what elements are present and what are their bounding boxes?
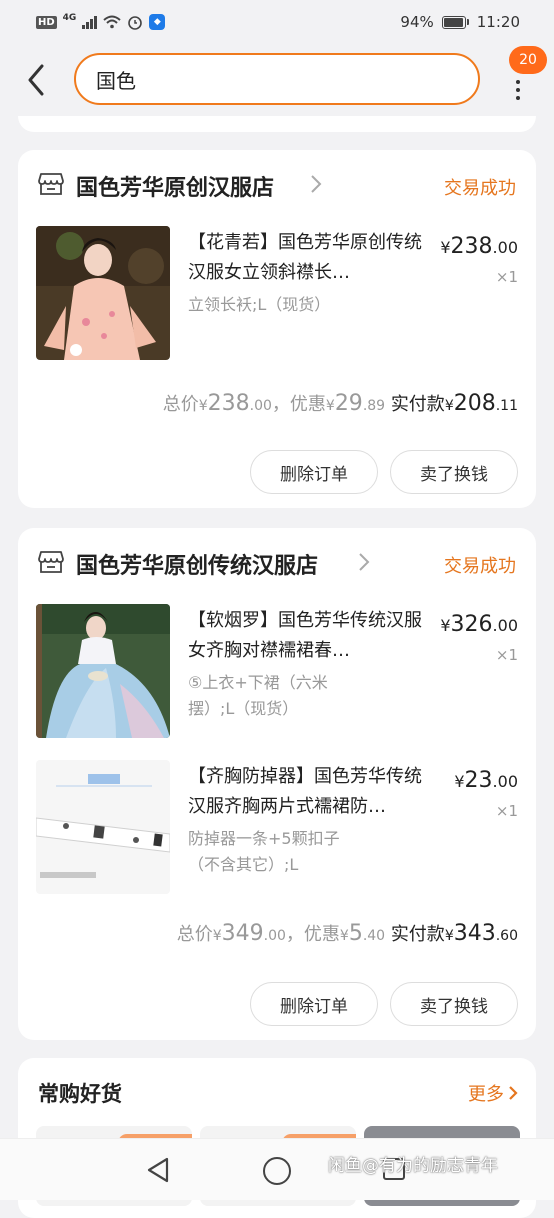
status-bar: HD 4G ◆ 94% 11:20: [0, 0, 554, 44]
price-integer: 23: [464, 768, 493, 793]
more-link[interactable]: 更多: [468, 1080, 518, 1106]
shop-name[interactable]: 国色芳华原创汉服店: [76, 170, 274, 202]
delete-order-button[interactable]: 删除订单: [250, 982, 378, 1026]
order-item[interactable]: 【齐胸防掉器】国色芳华传统汉服齐胸两片式襦裙防… 防掉器一条+5颗扣子（不含其它…: [18, 760, 536, 900]
more-vertical-icon: [516, 80, 520, 100]
product-title[interactable]: 【花青若】国色芳华原创传统汉服女立领斜襟长…: [188, 228, 428, 288]
shop-row[interactable]: 国色芳华原创传统汉服店 交易成功: [18, 528, 536, 596]
product-spec: 立领长袄;L（现货）: [188, 295, 331, 314]
price-decimal: .00: [492, 238, 518, 257]
paid-amount: ¥343.60: [444, 921, 518, 946]
sell-button[interactable]: 卖了换钱: [390, 982, 518, 1026]
order-total-row: 总价¥238.00，优惠¥29.89 实付款¥208.11: [163, 390, 518, 416]
shop-row[interactable]: 国色芳华原创汉服店 交易成功: [18, 150, 536, 218]
product-price: ¥326.00: [440, 612, 518, 637]
paid-label: 实付款: [390, 394, 445, 415]
shield-app-icon: ◆: [149, 14, 166, 30]
product-thumbnail[interactable]: [36, 604, 170, 738]
total-label: 总价: [176, 924, 213, 945]
chevron-right-icon[interactable]: [358, 552, 370, 572]
paid-label: 实付款: [390, 924, 445, 945]
hd-indicator: HD: [36, 15, 57, 29]
chevron-right-icon: [509, 1086, 518, 1100]
price-currency: ¥: [440, 238, 451, 257]
chevron-left-icon: [28, 64, 44, 96]
product-title[interactable]: 【软烟罗】国色芳华传统汉服女齐胸对襟襦裙春…: [188, 606, 428, 666]
store-icon: [38, 173, 64, 195]
wifi-icon: [103, 15, 121, 29]
order-item[interactable]: 【花青若】国色芳华原创传统汉服女立领斜襟长… 立领长袄;L（现货） ¥238.0…: [18, 226, 536, 366]
product-quantity: ×1: [495, 646, 518, 664]
total-amount: ¥238.00: [198, 391, 272, 416]
order-status: 交易成功: [444, 178, 516, 199]
clock-time: 11:20: [476, 13, 520, 31]
section-title: 常购好货: [38, 1082, 122, 1106]
order-card[interactable]: 国色芳华原创汉服店 交易成功 【花青若】国色芳华原创传统汉服女立领斜襟长… 立领…: [18, 150, 536, 508]
order-total-row: 总价¥349.00，优惠¥5.40 实付款¥343.60: [177, 920, 518, 946]
product-spec: ⑤上衣+下裙（六米摆）;L（现货）: [188, 673, 328, 718]
price-decimal: .00: [492, 616, 518, 635]
product-price: ¥238.00: [440, 234, 518, 259]
paid-amount: ¥208.11: [444, 391, 518, 416]
product-thumbnail[interactable]: [36, 226, 170, 360]
total-amount: ¥349.00: [212, 921, 286, 946]
price-currency: ¥: [440, 616, 451, 635]
circle-home-icon[interactable]: [263, 1157, 291, 1185]
order-item[interactable]: 【软烟罗】国色芳华传统汉服女齐胸对襟襦裙春… ⑤上衣+下裙（六米摆）;L（现货）…: [18, 604, 536, 744]
signal-icon: [82, 15, 98, 29]
notification-badge: 20: [509, 46, 547, 74]
sell-button[interactable]: 卖了换钱: [390, 450, 518, 494]
previous-card-edge: [18, 116, 536, 132]
price-decimal: .00: [492, 772, 518, 791]
shop-name[interactable]: 国色芳华原创传统汉服店: [76, 548, 318, 580]
header: 国色: [0, 44, 554, 116]
battery-icon: [441, 15, 469, 29]
price-currency: ¥: [454, 772, 465, 791]
discount-label: ，优惠: [271, 394, 326, 415]
product-quantity: ×1: [495, 268, 518, 286]
product-thumbnail[interactable]: [36, 760, 170, 894]
status-right: 94% 11:20: [400, 13, 520, 31]
search-input-value: 国色: [96, 68, 136, 93]
product-price: ¥23.00: [454, 768, 518, 793]
more-link-label: 更多: [468, 1084, 504, 1105]
discount-amount: ¥5.40: [339, 921, 386, 946]
price-integer: 238: [450, 234, 493, 259]
discount-amount: ¥29.89: [325, 391, 386, 416]
order-status: 交易成功: [444, 556, 516, 577]
discount-label: ，优惠: [285, 924, 340, 945]
delete-order-button[interactable]: 删除订单: [250, 450, 378, 494]
network-type: 4G: [62, 13, 77, 23]
status-left: HD 4G ◆: [36, 13, 166, 30]
chevron-right-icon[interactable]: [310, 174, 322, 194]
triangle-back-icon[interactable]: [146, 1157, 170, 1183]
product-title[interactable]: 【齐胸防掉器】国色芳华传统汉服齐胸两片式襦裙防…: [188, 762, 428, 822]
product-quantity: ×1: [495, 802, 518, 820]
alarm-icon: [128, 16, 143, 30]
back-button[interactable]: [18, 58, 54, 102]
search-input[interactable]: 国色: [74, 53, 480, 105]
price-integer: 326: [450, 612, 493, 637]
store-icon: [38, 551, 64, 573]
total-label: 总价: [162, 394, 199, 415]
battery-percent: 94%: [400, 13, 434, 31]
order-card[interactable]: 国色芳华原创传统汉服店 交易成功 【软烟罗】国色芳华传统汉服女齐胸对襟襦裙春… …: [18, 528, 536, 1040]
product-spec: 防掉器一条+5颗扣子（不含其它）;L: [188, 829, 340, 874]
watermark: 闲鱼@有为的励志青年: [328, 1156, 498, 1176]
